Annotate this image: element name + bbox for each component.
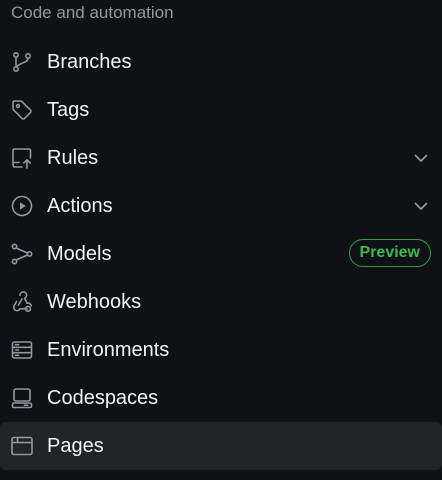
chevron-down-icon[interactable]: [412, 149, 430, 167]
preview-badge: Preview: [348, 239, 431, 267]
repo-push-icon: [10, 146, 34, 170]
settings-nav: Branches Tags Rules Actions Models Previ…: [0, 38, 442, 470]
nav-item-label: Webhooks: [47, 291, 142, 313]
nav-item-label: Environments: [47, 339, 170, 361]
server-icon: [10, 338, 34, 362]
nav-item-label: Rules: [47, 147, 99, 169]
nav-item-branches[interactable]: Branches: [0, 38, 442, 86]
play-icon: [10, 194, 34, 218]
section-title: Code and automation: [11, 3, 174, 22]
nav-item-webhooks[interactable]: Webhooks: [0, 278, 442, 326]
chevron-down-icon[interactable]: [412, 197, 430, 215]
nav-item-actions[interactable]: Actions: [0, 182, 442, 230]
nav-item-label: Models: [47, 243, 112, 265]
nav-item-models[interactable]: Models Preview: [0, 230, 442, 278]
nav-item-tags[interactable]: Tags: [0, 86, 442, 134]
nav-item-label: Tags: [47, 99, 90, 121]
webhook-icon: [10, 290, 34, 314]
nav-item-rules[interactable]: Rules: [0, 134, 442, 182]
tag-icon: [10, 98, 34, 122]
models-icon: [10, 242, 34, 266]
nav-item-label: Actions: [47, 195, 113, 217]
nav-item-codespaces[interactable]: Codespaces: [0, 374, 442, 422]
nav-item-label: Pages: [47, 435, 104, 457]
nav-item-environments[interactable]: Environments: [0, 326, 442, 374]
git-branch-icon: [10, 50, 34, 74]
codespaces-icon: [10, 386, 34, 410]
nav-item-pages[interactable]: Pages: [0, 422, 442, 470]
nav-item-label: Branches: [47, 51, 132, 73]
nav-item-label: Codespaces: [47, 387, 159, 409]
browser-icon: [10, 434, 34, 458]
